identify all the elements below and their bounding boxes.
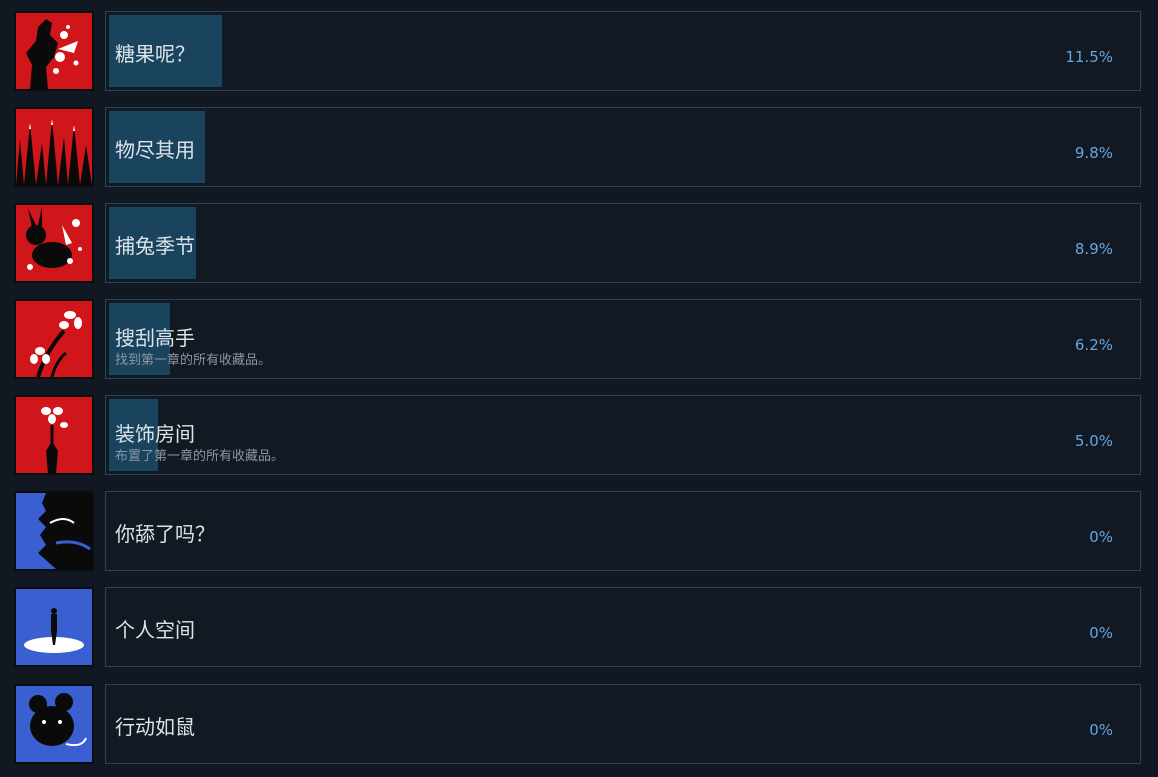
achievement-title: 糖果呢？: [115, 42, 195, 66]
achievement-title: 物尽其用: [115, 138, 195, 162]
vase-flower-icon: [14, 395, 94, 475]
achievement-description: 找到第一章的所有收藏品。: [115, 353, 272, 368]
achievement-title: 行动如鼠: [115, 715, 195, 739]
achievement-percent: 0%: [1089, 624, 1113, 642]
achievement-percent: 0%: [1089, 528, 1113, 546]
rabbit-icon: [14, 203, 94, 283]
achievement-percent: 8.9%: [1074, 240, 1113, 258]
flower-icon: [14, 299, 94, 379]
achievement-title: 你舔了吗？: [115, 522, 215, 546]
achievement-list: 糖果呢？ 11.5% 物尽其用 9.8% 捕兔季节 8.9% 搜刮高手 找到第一…: [0, 0, 1158, 777]
achievement-card: 行动如鼠 0%: [105, 684, 1141, 764]
achievement-card: 个人空间 0%: [105, 587, 1141, 667]
achievement-row[interactable]: 搜刮高手 找到第一章的所有收藏品。 6.2%: [14, 299, 1141, 380]
achievement-row[interactable]: 装饰房间 布置了第一章的所有收藏品。 5.0%: [14, 395, 1141, 476]
achievement-title: 捕兔季节: [115, 234, 195, 258]
achievement-card: 糖果呢？ 11.5%: [105, 11, 1141, 91]
spikes-icon: [14, 107, 94, 187]
achievement-card: 物尽其用 9.8%: [105, 107, 1141, 187]
achievement-percent: 11.5%: [1065, 48, 1113, 66]
achievement-row[interactable]: 物尽其用 9.8%: [14, 107, 1141, 188]
mouse-icon: [14, 684, 94, 764]
standing-figure-icon: [14, 587, 94, 667]
achievement-row[interactable]: 行动如鼠 0%: [14, 684, 1141, 765]
achievement-percent: 0%: [1089, 721, 1113, 739]
achievement-row[interactable]: 糖果呢？ 11.5%: [14, 11, 1141, 92]
candy-fist-icon: [14, 11, 94, 91]
achievement-row[interactable]: 个人空间 0%: [14, 587, 1141, 668]
achievement-row[interactable]: 你舔了吗？ 0%: [14, 491, 1141, 572]
achievement-percent: 9.8%: [1074, 144, 1113, 162]
achievement-title: 个人空间: [115, 618, 195, 642]
achievement-title: 搜刮高手: [115, 326, 195, 350]
achievement-card: 你舔了吗？ 0%: [105, 491, 1141, 571]
achievement-percent: 5.0%: [1074, 432, 1113, 450]
achievement-card: 装饰房间 布置了第一章的所有收藏品。 5.0%: [105, 395, 1141, 475]
achievement-percent: 6.2%: [1074, 336, 1113, 354]
achievement-description: 布置了第一章的所有收藏品。: [115, 449, 285, 464]
tongue-face-icon: [14, 491, 94, 571]
achievement-row[interactable]: 捕兔季节 8.9%: [14, 203, 1141, 284]
achievement-card: 搜刮高手 找到第一章的所有收藏品。 6.2%: [105, 299, 1141, 379]
achievement-card: 捕兔季节 8.9%: [105, 203, 1141, 283]
achievement-title: 装饰房间: [115, 422, 195, 446]
